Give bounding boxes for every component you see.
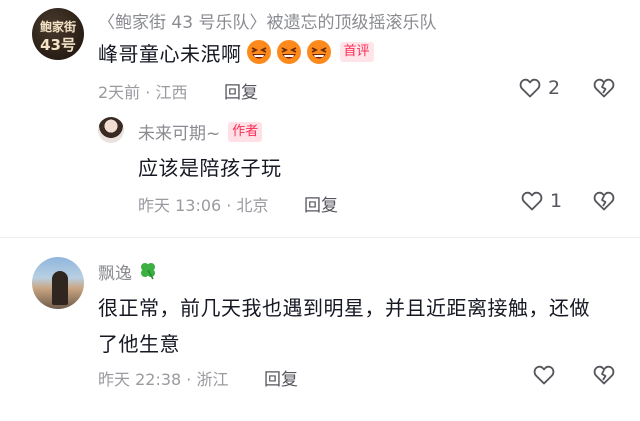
broken-heart-icon bbox=[592, 76, 616, 100]
reply-author-row: 未来可期~ 作者 bbox=[138, 119, 263, 144]
like-button[interactable]: 1 bbox=[520, 189, 562, 213]
heart-icon bbox=[532, 363, 556, 387]
reply-button[interactable]: 回复 bbox=[264, 365, 298, 390]
reply-text: 应该是陪孩子玩 bbox=[138, 156, 282, 180]
avatar-text-line2: 43号 bbox=[40, 36, 76, 54]
avatar[interactable] bbox=[32, 257, 84, 309]
first-comment-badge: 首评 bbox=[339, 42, 374, 62]
grinning-squint-face-icon bbox=[276, 39, 302, 65]
reply-author-name[interactable]: 未来可期~ bbox=[138, 119, 220, 144]
like-count: 1 bbox=[550, 190, 563, 212]
comment-time-location: 2天前 · 江西 bbox=[98, 83, 188, 102]
broken-heart-icon bbox=[592, 363, 616, 387]
comment-text: 峰哥童心未泯啊 bbox=[98, 41, 242, 66]
heart-icon bbox=[518, 76, 542, 100]
author-badge: 作者 bbox=[228, 121, 263, 142]
comment-text-line-1: 很正常，前几天我也遇到明星，并且近距离接触，还做 bbox=[98, 296, 590, 320]
avatar-text-line1: 鲍家街 bbox=[39, 20, 76, 34]
comment-text-line-2: 了他生意 bbox=[98, 332, 180, 356]
avatar-figure bbox=[52, 271, 68, 305]
comment-author-name[interactable]: 飘逸 bbox=[98, 259, 132, 284]
comment-time-location: 昨天 22:38 · 浙江 bbox=[98, 370, 229, 389]
comment-author-name[interactable]: 〈鲍家街 43 号乐队〉被遗忘的顶级摇滚乐队 bbox=[98, 8, 436, 33]
grinning-squint-face-icon bbox=[306, 39, 332, 65]
broken-heart-icon bbox=[592, 189, 616, 213]
avatar[interactable]: 鲍家街 43号 bbox=[32, 8, 84, 60]
four-leaf-clover-icon bbox=[138, 260, 158, 284]
reply-button[interactable]: 回复 bbox=[304, 191, 338, 216]
heart-icon bbox=[520, 189, 544, 213]
like-button[interactable]: 2 bbox=[518, 76, 560, 100]
comment-author-row: 飘逸 bbox=[98, 259, 158, 284]
grinning-squint-face-icon bbox=[246, 39, 272, 65]
comment-text-row: 峰哥童心未泯啊 首评 bbox=[98, 37, 374, 67]
reply-time-location: 昨天 13:06 · 北京 bbox=[138, 196, 269, 215]
reply-avatar[interactable] bbox=[98, 117, 124, 143]
dislike-button[interactable] bbox=[592, 189, 616, 213]
dislike-button[interactable] bbox=[592, 363, 616, 387]
like-count: 2 bbox=[548, 77, 561, 99]
dislike-button[interactable] bbox=[592, 76, 616, 100]
reply-button[interactable]: 回复 bbox=[224, 78, 258, 103]
like-button[interactable] bbox=[532, 363, 556, 387]
comment-divider bbox=[0, 237, 640, 238]
